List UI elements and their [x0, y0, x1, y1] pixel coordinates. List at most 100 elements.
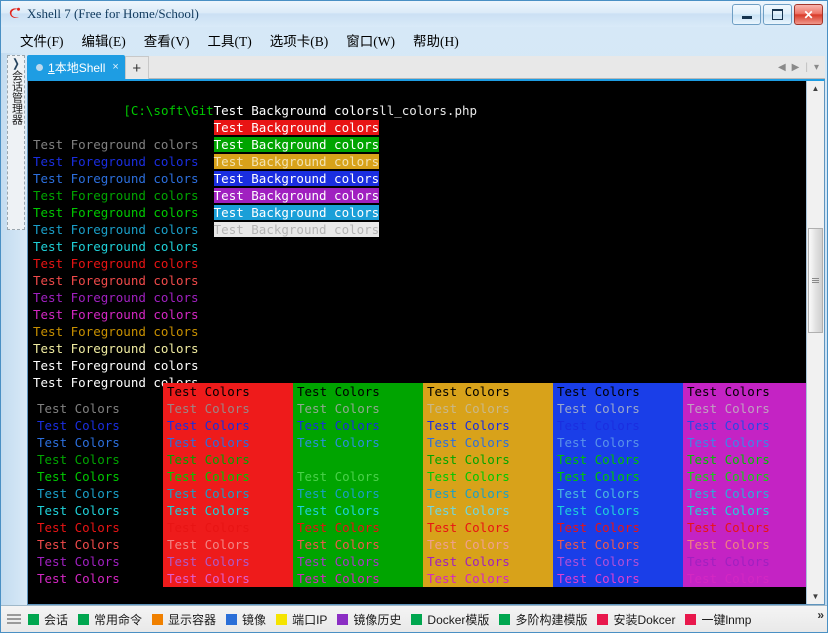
close-button[interactable]: ✕	[794, 4, 823, 25]
line-padding	[199, 222, 214, 237]
maximize-icon	[772, 9, 783, 20]
color-cell: Test Colors	[163, 468, 293, 485]
foreground-sample: Test Foreground colors	[33, 154, 199, 169]
scrollbar-thumb[interactable]	[808, 228, 823, 333]
tab-nav-separator: |	[805, 61, 808, 73]
scroll-down-button[interactable]: ▼	[808, 589, 823, 604]
session-manager-label: 会话管理器	[10, 70, 23, 125]
quick-command-bar: 会话 常用命令 显示容器 镜像 端口IP 镜像历史 Docker模版 多阶构建模版 安装Dokc…	[1, 605, 827, 632]
line-padding	[199, 341, 214, 356]
title-bar: Xshell 7 (Free for Home/School) ✕	[1, 1, 827, 27]
quick-command-color-icon	[685, 613, 697, 625]
menu-item-window[interactable]: 窗口(W)	[337, 27, 404, 53]
new-tab-button[interactable]: +	[124, 56, 149, 79]
menu-item-view[interactable]: 查看(V)	[135, 27, 199, 53]
chevron-right-icon[interactable]: ❯	[12, 57, 20, 70]
quick-command-item[interactable]: 安装Dokcer	[597, 611, 682, 628]
color-cell: Test Colors	[423, 400, 553, 417]
menu-item-help[interactable]: 帮助(H)	[404, 27, 468, 53]
foreground-sample: Test Foreground colors	[33, 341, 199, 356]
tab-menu-icon[interactable]: ▾	[814, 62, 819, 73]
color-cell: Test Colors	[163, 400, 293, 417]
tab-next-icon[interactable]: ▶	[792, 62, 800, 73]
line-padding	[199, 188, 214, 203]
color-cell: Test Colors	[293, 536, 423, 553]
color-cell: Test Colors	[423, 519, 553, 536]
quick-command-item[interactable]: 会话	[28, 611, 75, 628]
quick-command-item[interactable]: 显示容器	[152, 611, 223, 628]
menu-item-tab[interactable]: 选项卡(B)	[261, 27, 338, 53]
menu-item-file[interactable]: 文件(F)	[11, 27, 73, 53]
terminal-scrollbar[interactable]: ▲ ▼	[806, 81, 824, 604]
tab-nav-controls: ◀ ▶ | ▾	[771, 56, 825, 79]
terminal-line: Test Foreground colors	[33, 272, 806, 289]
terminal-line: Test Foreground colors	[33, 255, 806, 272]
session-manager-strip[interactable]: ❯ 会话管理器	[1, 53, 27, 605]
color-cell: Test Colors	[553, 485, 683, 502]
tab-strip-filler	[148, 56, 772, 79]
color-cell: Test Colors	[37, 571, 120, 586]
scrollbar-track[interactable]	[808, 96, 823, 589]
quick-command-color-icon	[597, 613, 609, 625]
quick-command-item[interactable]: 常用命令	[78, 611, 149, 628]
color-cell: Test Colors	[683, 400, 806, 417]
menu-item-tools[interactable]: 工具(T)	[199, 27, 261, 53]
color-cell: Test Colors	[423, 485, 553, 502]
red-column: Test Colors Test Colors Test Colors Test Co…	[163, 383, 293, 587]
blue-column: Test Colors Test Colors Test Colors Test Co…	[553, 383, 683, 587]
foreground-sample: Test Foreground colors	[33, 256, 199, 271]
color-cell: Test Colors	[163, 536, 293, 553]
quick-command-label: 多阶构建模版	[515, 612, 588, 627]
color-cell: Test Colors	[423, 451, 553, 468]
quick-command-item[interactable]: Docker模版	[411, 611, 496, 628]
tab-local-shell[interactable]: 1本地Shell ×	[27, 55, 125, 79]
quick-command-item[interactable]: 一键lnmp	[685, 611, 758, 628]
background-sample: Test Background colors	[213, 171, 380, 186]
xshell-logo-icon	[7, 6, 23, 22]
terminal-frame: [C:\soft\Git\srgb\srgb\php]$ php all_col…	[27, 79, 825, 605]
quick-command-item[interactable]: 镜像历史	[337, 611, 408, 628]
maximize-button[interactable]	[763, 4, 792, 25]
line-padding	[199, 239, 214, 254]
quick-command-item[interactable]: 多阶构建模版	[499, 611, 594, 628]
green-column: Test Colors Test Colors Test Colors Test Co…	[293, 383, 423, 587]
color-cell: Test Colors	[683, 502, 806, 519]
terminal-output[interactable]: [C:\soft\Git\srgb\srgb\php]$ php all_col…	[28, 81, 806, 604]
color-cell: Test Colors	[553, 417, 683, 434]
line-padding	[199, 273, 214, 288]
color-cell: Test Colors	[163, 451, 293, 468]
color-cell: Test Colors	[163, 383, 293, 400]
color-cell: Test Colors	[553, 519, 683, 536]
quick-command-item[interactable]: 端口IP	[276, 611, 334, 628]
color-cell: Test Colors	[293, 570, 423, 587]
scroll-up-button[interactable]: ▲	[808, 81, 823, 96]
color-cell: Test Colors	[163, 553, 293, 570]
minimize-button[interactable]	[732, 4, 761, 25]
window-controls: ✕	[732, 4, 823, 25]
color-cell: Test Colors	[163, 434, 293, 451]
quick-command-item[interactable]: 镜像	[226, 611, 273, 628]
background-sample: Test Background colors	[213, 137, 380, 152]
color-cell: Test Colors	[683, 519, 806, 536]
menu-item-edit[interactable]: 编辑(E)	[73, 27, 135, 53]
color-cell: Test Colors	[293, 434, 423, 451]
line-padding	[199, 171, 214, 186]
quick-command-color-icon	[78, 613, 90, 625]
close-icon: ✕	[803, 7, 814, 22]
tab-prev-icon[interactable]: ◀	[778, 62, 786, 73]
terminal-line: Test Foreground colors Test Background c…	[33, 187, 806, 204]
tab-strip: 1本地Shell × + ◀ ▶ | ▾	[27, 53, 825, 79]
line-padding	[199, 290, 214, 305]
terminal-line: Test Foreground colors Test Background c…	[33, 170, 806, 187]
drag-handle-icon[interactable]	[7, 612, 21, 626]
session-manager-panel[interactable]: ❯ 会话管理器	[7, 55, 25, 230]
quick-command-label: 常用命令	[94, 612, 143, 627]
quick-command-label: Docker模版	[427, 612, 490, 627]
color-cell: Test Colors	[683, 570, 806, 587]
toolbar-overflow-button[interactable]: »	[817, 608, 824, 622]
tab-title: 本地Shell	[54, 60, 106, 75]
color-cell: Test Colors	[423, 417, 553, 434]
terminal-line: Test Foreground colors Test Background c…	[33, 221, 806, 238]
tab-close-icon[interactable]: ×	[112, 61, 118, 73]
foreground-sample: Test Foreground colors	[33, 137, 199, 152]
